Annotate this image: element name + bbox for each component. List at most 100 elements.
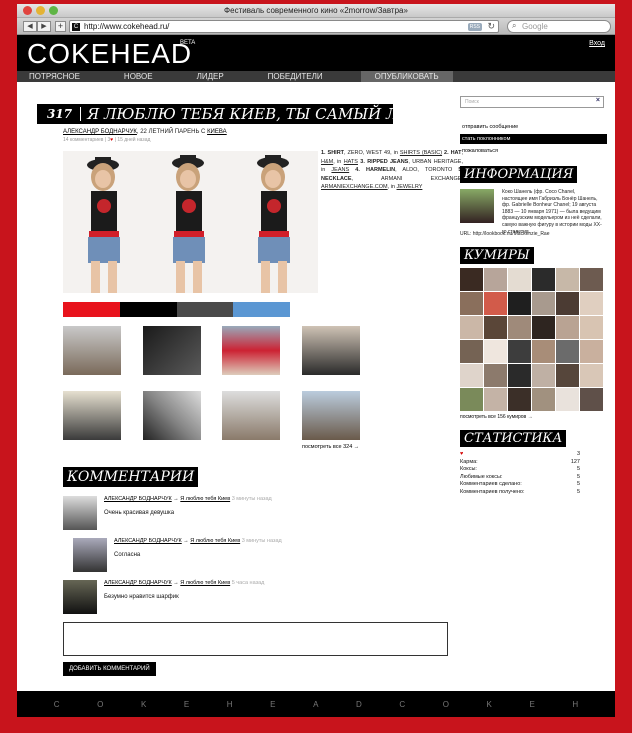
- forward-icon[interactable]: ▶: [37, 21, 51, 32]
- idol-thumbnail[interactable]: [532, 316, 555, 339]
- idol-thumbnail[interactable]: [484, 388, 507, 411]
- idol-thumbnail[interactable]: [508, 340, 531, 363]
- footer-letter: C: [399, 699, 406, 709]
- outfit-thumbnail[interactable]: [63, 326, 121, 375]
- item-link[interactable]: ARMANIEXCHANGE.COM: [321, 184, 388, 190]
- idol-thumbnail[interactable]: [460, 340, 483, 363]
- color-swatch-black[interactable]: [119, 302, 177, 317]
- idol-thumbnail[interactable]: [508, 292, 531, 315]
- author-link[interactable]: АЛЕКСАНДР БОДНАРЧУК: [63, 129, 137, 135]
- outfit-thumbnail[interactable]: [302, 326, 360, 375]
- item-link[interactable]: JEANS: [331, 167, 349, 173]
- nav-item-new[interactable]: НОВОЕ: [118, 71, 159, 82]
- idol-thumbnail[interactable]: [484, 340, 507, 363]
- nav-item-leader[interactable]: ЛИДЕР: [191, 71, 230, 82]
- idol-thumbnail[interactable]: [580, 316, 603, 339]
- idol-thumbnail[interactable]: [508, 268, 531, 291]
- reload-icon[interactable]: ↻: [487, 21, 495, 32]
- stats-heading: СТАТИСТИКА: [460, 430, 567, 447]
- idol-thumbnail[interactable]: [460, 388, 483, 411]
- address-bar[interactable]: C http://www.cokehead.ru/ RSS ↻: [69, 20, 499, 33]
- comment-author-link[interactable]: АЛЕКСАНДР БОДНАРЧУК: [114, 538, 182, 544]
- nav-item-awesome[interactable]: ПОТРЯСНОЕ: [23, 71, 86, 82]
- color-swatch-red[interactable]: [63, 302, 120, 317]
- report-link[interactable]: пожаловаться: [460, 146, 607, 156]
- see-all-idols-link[interactable]: посмотреть все 156 кумиров →: [460, 414, 607, 420]
- comment-author-link[interactable]: АЛЕКСАНДР БОДНАРЧУК: [104, 496, 172, 502]
- send-message-link[interactable]: отправить сообщение: [460, 122, 607, 132]
- item-link[interactable]: HATS: [344, 159, 358, 165]
- idol-thumbnail[interactable]: [532, 340, 555, 363]
- city-link[interactable]: КИЕВА: [207, 129, 227, 135]
- stat-row: ♥ 3: [460, 451, 580, 459]
- idol-thumbnail[interactable]: [556, 364, 579, 387]
- idol-thumbnail[interactable]: [556, 268, 579, 291]
- heart-icon[interactable]: ♥: [110, 137, 113, 143]
- idol-thumbnail[interactable]: [508, 388, 531, 411]
- idol-thumbnail[interactable]: [484, 292, 507, 315]
- info-photo[interactable]: [460, 189, 494, 223]
- idol-thumbnail[interactable]: [508, 364, 531, 387]
- idol-thumbnail[interactable]: [580, 292, 603, 315]
- idol-thumbnail[interactable]: [460, 292, 483, 315]
- url-text[interactable]: http://www.cokehead.ru/: [84, 22, 169, 31]
- outfit-thumbnail[interactable]: [143, 391, 201, 440]
- color-swatch-blue[interactable]: [233, 302, 290, 317]
- site-logo[interactable]: COKEHEAD: [27, 38, 192, 70]
- idol-thumbnail[interactable]: [532, 268, 555, 291]
- item-link[interactable]: H&M: [321, 159, 333, 165]
- comment-post-link[interactable]: Я люблю тебя Киев: [180, 496, 230, 502]
- idol-thumbnail[interactable]: [556, 388, 579, 411]
- nav-item-winners[interactable]: ПОБЕДИТЕЛИ: [262, 71, 329, 82]
- idol-thumbnail[interactable]: [556, 316, 579, 339]
- clear-icon[interactable]: ×: [596, 97, 600, 104]
- nav-item-publish[interactable]: ОПУБЛИКОВАТЬ: [360, 71, 453, 82]
- add-bookmark-button[interactable]: +: [55, 21, 66, 32]
- idol-thumbnail[interactable]: [484, 268, 507, 291]
- idol-thumbnail[interactable]: [580, 340, 603, 363]
- see-all-link[interactable]: посмотреть все 324 →: [302, 444, 359, 450]
- avatar[interactable]: [73, 538, 107, 572]
- rss-icon[interactable]: RSS: [467, 23, 482, 31]
- comment-input[interactable]: [63, 622, 448, 656]
- idol-thumbnail[interactable]: [460, 364, 483, 387]
- idol-thumbnail[interactable]: [556, 292, 579, 315]
- browser-search-field[interactable]: ⌕ Google: [507, 20, 611, 33]
- add-comment-button[interactable]: ДОБАВИТЬ КОММЕНТАРИЙ: [63, 662, 156, 676]
- idol-thumbnail[interactable]: [580, 364, 603, 387]
- outfit-thumbnail[interactable]: [143, 326, 201, 375]
- avatar[interactable]: [63, 496, 97, 530]
- idol-thumbnail[interactable]: [532, 364, 555, 387]
- become-fan-link[interactable]: стать поклонником: [460, 134, 607, 144]
- comment-post-link[interactable]: Я люблю тебя Киев: [190, 538, 240, 544]
- idol-thumbnail[interactable]: [580, 388, 603, 411]
- outfit-thumbnail[interactable]: [63, 391, 121, 440]
- color-swatch-gray[interactable]: [176, 302, 234, 317]
- item-text: , in: [387, 184, 397, 191]
- outfit-thumbnail[interactable]: [222, 326, 280, 375]
- beta-badge: BETA: [180, 40, 196, 46]
- idol-thumbnail[interactable]: [508, 316, 531, 339]
- back-icon[interactable]: ◀: [23, 21, 37, 32]
- comments-count[interactable]: 14 комментариев: [63, 137, 103, 143]
- item-link[interactable]: SHIRTS (BASIC): [400, 150, 442, 156]
- idol-thumbnail[interactable]: [580, 268, 603, 291]
- idol-thumbnail[interactable]: [484, 316, 507, 339]
- outfit-thumbnail[interactable]: [302, 391, 360, 440]
- comment-text: Согласна: [114, 552, 141, 558]
- sidebar-search-input[interactable]: Поиск ×: [460, 96, 604, 108]
- comment-author-link[interactable]: АЛЕКСАНДР БОДНАРЧУК: [104, 580, 172, 586]
- item-link[interactable]: JEWELRY: [397, 184, 423, 190]
- color-palette: [63, 302, 290, 317]
- idol-thumbnail[interactable]: [532, 388, 555, 411]
- idol-thumbnail[interactable]: [460, 316, 483, 339]
- main-outfit-photo[interactable]: [63, 151, 318, 293]
- comment-post-link[interactable]: Я люблю тебя Киев: [180, 580, 230, 586]
- outfit-thumbnail[interactable]: [222, 391, 280, 440]
- avatar[interactable]: [63, 580, 97, 614]
- idol-thumbnail[interactable]: [460, 268, 483, 291]
- idol-thumbnail[interactable]: [484, 364, 507, 387]
- idol-thumbnail[interactable]: [556, 340, 579, 363]
- login-link[interactable]: Вход: [589, 40, 605, 47]
- idol-thumbnail[interactable]: [532, 292, 555, 315]
